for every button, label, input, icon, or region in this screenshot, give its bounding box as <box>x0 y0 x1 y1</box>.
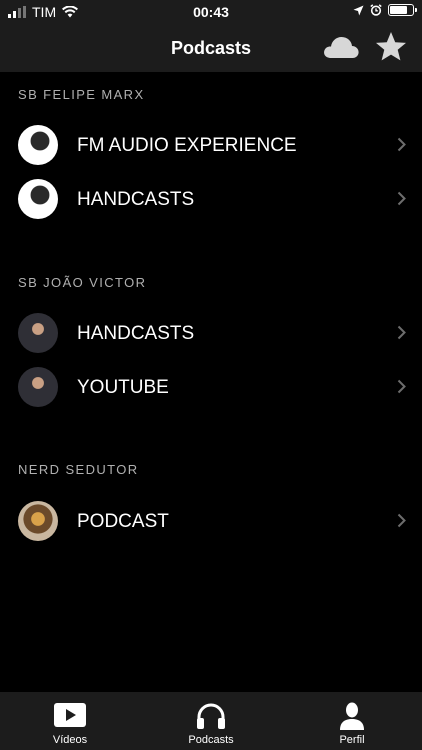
status-bar: TIM 00:43 <box>0 0 422 24</box>
avatar <box>18 367 58 407</box>
nav-bar: Podcasts <box>0 24 422 72</box>
chevron-right-icon <box>397 513 406 528</box>
list-item-label: HANDCASTS <box>77 323 195 344</box>
person-icon <box>340 702 364 730</box>
alarm-icon <box>370 4 382 16</box>
cloud-icon[interactable] <box>322 32 360 62</box>
avatar <box>18 125 58 165</box>
section-header-sb-felipe-marx: SB FELIPE MARX <box>18 87 145 102</box>
list-item-label: PODCAST <box>77 511 169 532</box>
list-item-handcasts-felipe[interactable]: HANDCASTS <box>0 172 422 226</box>
avatar <box>18 313 58 353</box>
chevron-right-icon <box>397 325 406 340</box>
section-header-nerd-sedutor: NERD SEDUTOR <box>18 462 139 477</box>
chevron-right-icon <box>397 379 406 394</box>
battery-icon <box>388 4 417 16</box>
tab-label: Podcasts <box>188 734 234 746</box>
list-item-label: HANDCASTS <box>77 189 195 210</box>
tab-podcasts[interactable]: Podcasts <box>141 692 281 750</box>
location-arrow-icon <box>353 5 364 15</box>
tab-label: Perfil <box>339 734 365 746</box>
list-item-handcasts-joao[interactable]: HANDCASTS <box>0 306 422 360</box>
avatar <box>18 179 58 219</box>
section-header-sb-joao-victor: SB JOÃO VICTOR <box>18 275 147 290</box>
avatar <box>18 501 58 541</box>
list-item-youtube[interactable]: YOUTUBE <box>0 360 422 414</box>
headphones-icon <box>197 703 225 729</box>
chevron-right-icon <box>397 191 406 206</box>
list-item-label: FM AUDIO EXPERIENCE <box>77 135 297 156</box>
tab-bar: Vídeos Podcasts Perfil <box>0 692 422 750</box>
list-item-label: YOUTUBE <box>77 377 169 398</box>
tab-perfil[interactable]: Perfil <box>282 692 422 750</box>
chevron-right-icon <box>397 137 406 152</box>
play-icon <box>54 703 86 727</box>
list-item-podcast[interactable]: PODCAST <box>0 494 422 548</box>
list-item-fm-audio-experience[interactable]: FM AUDIO EXPERIENCE <box>0 118 422 172</box>
tab-label: Vídeos <box>52 734 88 746</box>
star-icon[interactable] <box>374 30 408 64</box>
tab-videos[interactable]: Vídeos <box>0 692 140 750</box>
status-right <box>353 4 417 16</box>
